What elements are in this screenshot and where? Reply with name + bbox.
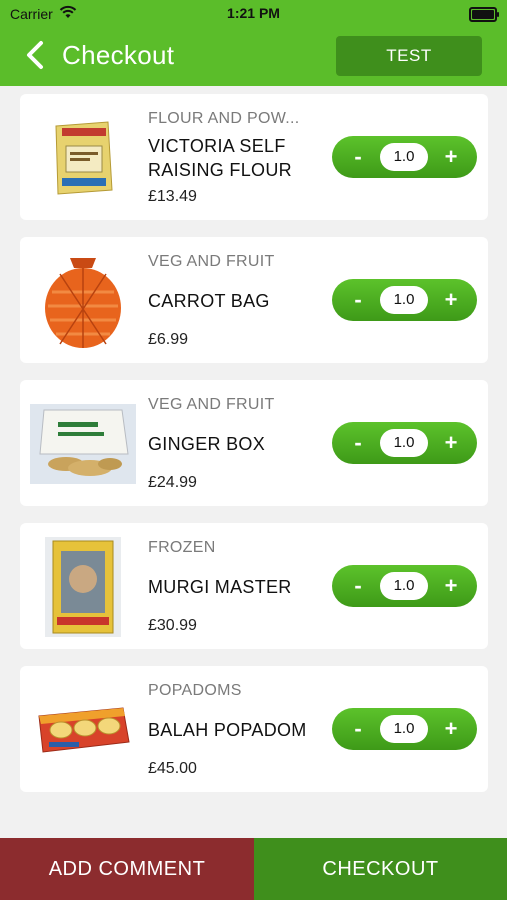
cart-item-list[interactable]: FLOUR AND POW... VICTORIA SELF RAISING F… xyxy=(0,86,507,838)
decrease-quantity-button[interactable]: - xyxy=(338,279,378,321)
item-category: VEG AND FRUIT xyxy=(148,253,275,270)
quantity-stepper: - 1.0 + xyxy=(332,422,477,464)
popadom-box-image xyxy=(30,678,136,782)
cart-item: VEG AND FRUIT CARROT BAG £6.99 - 1.0 + xyxy=(20,237,488,363)
item-name: VICTORIA SELF RAISING FLOUR xyxy=(148,136,292,180)
ginger-box-image xyxy=(30,392,136,496)
status-bar: Carrier 1:21 PM xyxy=(0,0,507,26)
test-button[interactable]: TEST xyxy=(336,36,482,76)
increase-quantity-button[interactable]: + xyxy=(431,422,471,464)
flour-bag-image xyxy=(30,106,136,210)
item-category: FLOUR AND POW... xyxy=(148,110,300,127)
page-title: Checkout xyxy=(62,40,175,70)
nav-bar: Checkout TEST xyxy=(0,26,507,86)
quantity-field[interactable]: 1.0 xyxy=(380,572,428,600)
increase-quantity-button[interactable]: + xyxy=(431,565,471,607)
item-price: £13.49 xyxy=(148,188,197,205)
decrease-quantity-button[interactable]: - xyxy=(338,565,378,607)
item-name: GINGER BOX xyxy=(148,434,266,454)
back-button[interactable] xyxy=(18,38,52,72)
item-price: £30.99 xyxy=(148,617,197,634)
item-category: VEG AND FRUIT xyxy=(148,396,275,413)
increase-quantity-button[interactable]: + xyxy=(431,279,471,321)
checkout-button[interactable]: CHECKOUT xyxy=(254,838,507,900)
quantity-field[interactable]: 1.0 xyxy=(380,715,428,743)
item-category: FROZEN xyxy=(148,539,216,556)
quantity-field[interactable]: 1.0 xyxy=(380,429,428,457)
decrease-quantity-button[interactable]: - xyxy=(338,422,378,464)
quantity-stepper: - 1.0 + xyxy=(332,136,477,178)
item-category: POPADOMS xyxy=(148,682,242,699)
bottom-action-bar: ADD COMMENT CHECKOUT xyxy=(0,838,507,900)
item-price: £6.99 xyxy=(148,331,189,348)
item-name: BALAH POPADOM xyxy=(148,720,307,740)
add-comment-button[interactable]: ADD COMMENT xyxy=(0,838,254,900)
quantity-stepper: - 1.0 + xyxy=(332,279,477,321)
chevron-left-icon xyxy=(27,41,43,69)
quantity-field[interactable]: 1.0 xyxy=(380,286,428,314)
murgi-box-image xyxy=(30,535,136,639)
cart-item: FLOUR AND POW... VICTORIA SELF RAISING F… xyxy=(20,94,488,220)
increase-quantity-button[interactable]: + xyxy=(431,708,471,750)
cart-item: FROZEN MURGI MASTER £30.99 - 1.0 + xyxy=(20,523,488,649)
cart-item: VEG AND FRUIT GINGER BOX £24.99 - 1.0 + xyxy=(20,380,488,506)
quantity-stepper: - 1.0 + xyxy=(332,565,477,607)
quantity-stepper: - 1.0 + xyxy=(332,708,477,750)
cart-item: POPADOMS BALAH POPADOM £45.00 - 1.0 + xyxy=(20,666,488,792)
carrot-bag-image xyxy=(30,249,136,353)
increase-quantity-button[interactable]: + xyxy=(431,136,471,178)
quantity-field[interactable]: 1.0 xyxy=(380,143,428,171)
item-name: CARROT BAG xyxy=(148,291,270,311)
battery-icon xyxy=(469,7,499,22)
decrease-quantity-button[interactable]: - xyxy=(338,708,378,750)
item-name: MURGI MASTER xyxy=(148,577,292,597)
status-time: 1:21 PM xyxy=(227,5,280,21)
item-price: £45.00 xyxy=(148,760,197,777)
item-price: £24.99 xyxy=(148,474,197,491)
decrease-quantity-button[interactable]: - xyxy=(338,136,378,178)
